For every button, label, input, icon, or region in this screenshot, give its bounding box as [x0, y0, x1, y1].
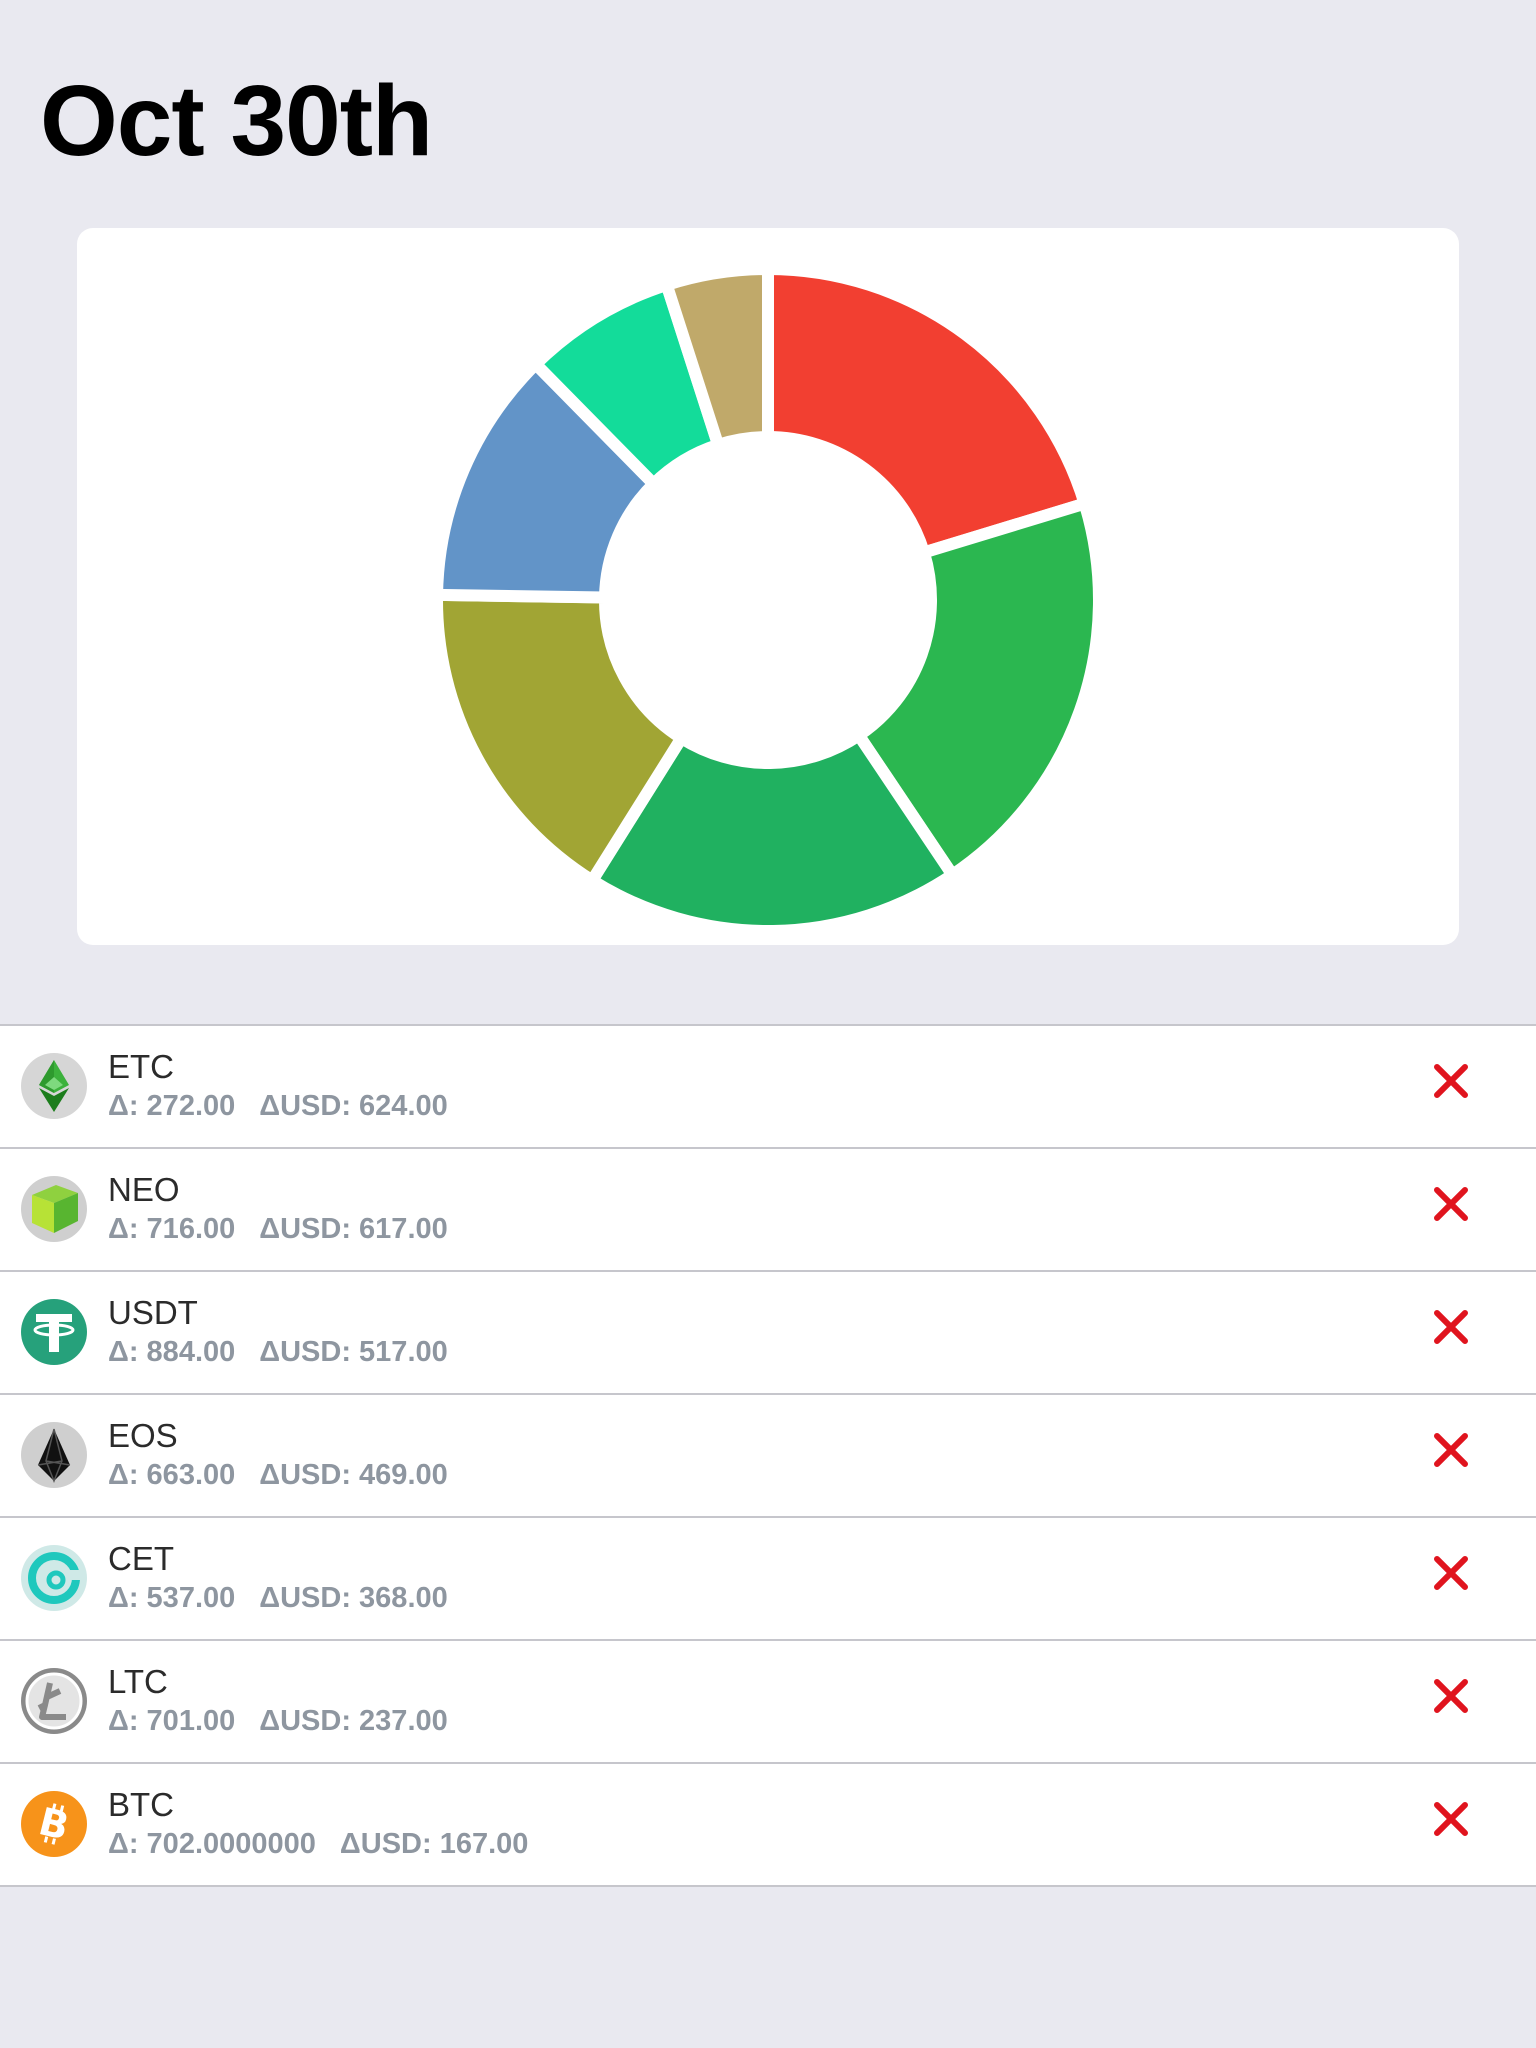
close-icon	[1434, 1064, 1468, 1098]
delta-value: Δ: 716.00	[108, 1213, 236, 1245]
list-item-btc[interactable]: B BTC Δ: 702.0000000 ΔUSD: 167.00	[0, 1764, 1536, 1885]
coin-stats: Δ: 702.0000000 ΔUSD: 167.00	[108, 1827, 528, 1861]
delta-value: Δ: 884.00	[108, 1336, 236, 1368]
close-icon	[1434, 1679, 1468, 1713]
coin-symbol: LTC	[108, 1663, 168, 1700]
cet-icon	[20, 1544, 88, 1612]
coin-symbol: EOS	[108, 1417, 178, 1454]
delete-button[interactable]	[1433, 1678, 1469, 1714]
delete-button[interactable]	[1433, 1432, 1469, 1468]
donut-slice-1	[762, 262, 1093, 561]
delete-button[interactable]	[1433, 1801, 1469, 1837]
coin-stats: Δ: 716.00 ΔUSD: 617.00	[108, 1212, 448, 1246]
coin-symbol: BTC	[108, 1786, 174, 1823]
close-icon	[1434, 1433, 1468, 1467]
btc-icon: B	[20, 1790, 88, 1858]
coin-stats: Δ: 272.00 ΔUSD: 624.00	[108, 1089, 448, 1123]
close-icon	[1434, 1802, 1468, 1836]
neo-icon	[20, 1175, 88, 1243]
etc-icon	[20, 1052, 88, 1120]
delta-usd-value: ΔUSD: 469.00	[259, 1459, 448, 1491]
delete-button[interactable]	[1433, 1063, 1469, 1099]
close-icon	[1434, 1556, 1468, 1590]
coin-symbol: ETC	[108, 1048, 174, 1085]
usdt-icon	[20, 1298, 88, 1366]
coin-symbol: USDT	[108, 1294, 198, 1331]
delete-button[interactable]	[1433, 1186, 1469, 1222]
donut-chart-card	[77, 228, 1459, 945]
delta-value: Δ: 702.0000000	[108, 1828, 316, 1860]
close-icon	[1434, 1187, 1468, 1221]
close-icon	[1434, 1310, 1468, 1344]
list-item-ltc[interactable]: LTC Δ: 701.00 ΔUSD: 237.00	[0, 1641, 1536, 1764]
list-item-eos[interactable]: EOS Δ: 663.00 ΔUSD: 469.00	[0, 1395, 1536, 1518]
list-item-usdt[interactable]: USDT Δ: 884.00 ΔUSD: 517.00	[0, 1272, 1536, 1395]
coin-symbol: NEO	[108, 1171, 180, 1208]
delta-usd-value: ΔUSD: 517.00	[259, 1336, 448, 1368]
delta-usd-value: ΔUSD: 368.00	[259, 1582, 448, 1614]
delta-usd-value: ΔUSD: 167.00	[339, 1828, 529, 1860]
list-item-neo[interactable]: NEO Δ: 716.00 ΔUSD: 617.00	[0, 1149, 1536, 1272]
delta-usd-value: ΔUSD: 617.00	[259, 1213, 448, 1245]
ltc-icon	[20, 1667, 88, 1735]
delta-usd-value: ΔUSD: 237.00	[259, 1705, 448, 1737]
asset-list: ETC Δ: 272.00 ΔUSD: 624.00 NEO Δ: 716.00 Δ…	[0, 1024, 1536, 1887]
delta-value: Δ: 663.00	[108, 1459, 236, 1491]
list-item-cet[interactable]: CET Δ: 537.00 ΔUSD: 368.00	[0, 1518, 1536, 1641]
coin-stats: Δ: 701.00 ΔUSD: 237.00	[108, 1704, 448, 1738]
delta-usd-value: ΔUSD: 624.00	[259, 1090, 448, 1122]
delta-value: Δ: 537.00	[108, 1582, 236, 1614]
delete-button[interactable]	[1433, 1309, 1469, 1345]
delta-value: Δ: 701.00	[108, 1705, 236, 1737]
donut-chart	[430, 262, 1105, 937]
list-item-etc[interactable]: ETC Δ: 272.00 ΔUSD: 624.00	[0, 1026, 1536, 1149]
delete-button[interactable]	[1433, 1555, 1469, 1591]
coin-symbol: CET	[108, 1540, 174, 1577]
eos-icon	[20, 1421, 88, 1489]
page-title: Oct 30th	[40, 65, 433, 177]
coin-stats: Δ: 884.00 ΔUSD: 517.00	[108, 1335, 448, 1369]
delta-value: Δ: 272.00	[108, 1090, 236, 1122]
coin-stats: Δ: 663.00 ΔUSD: 469.00	[108, 1458, 448, 1492]
coin-stats: Δ: 537.00 ΔUSD: 368.00	[108, 1581, 448, 1615]
